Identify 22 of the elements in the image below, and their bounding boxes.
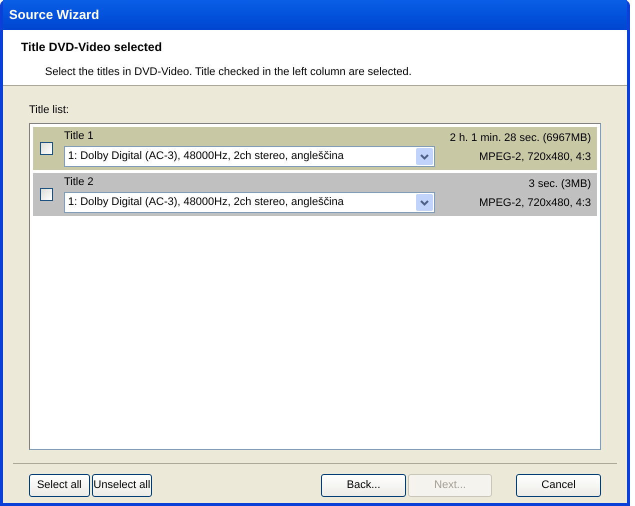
- window-title: Source Wizard: [9, 6, 100, 24]
- title-duration: 2 h. 1 min. 28 sec. (6967MB): [450, 131, 591, 146]
- title-format: MPEG-2, 720x480, 4:3: [479, 196, 591, 211]
- title-checkbox[interactable]: [40, 188, 53, 200]
- title-duration: 3 sec. (3MB): [528, 177, 591, 192]
- list-label: Title list:: [29, 103, 70, 118]
- unselect-button[interactable]: Unselect all: [92, 474, 152, 496]
- audio-dropdown[interactable]: 1: Dolby Digital (AC-3), 48000Hz, 2ch stereo, angleščina: [64, 146, 435, 167]
- back-button[interactable]: Back...: [321, 474, 406, 496]
- chevron-down-icon: [416, 194, 433, 211]
- title-checkbox[interactable]: [40, 142, 53, 154]
- header-title: Title DVD-Video selected: [21, 39, 163, 56]
- title-format: MPEG-2, 720x480, 4:3: [479, 150, 591, 165]
- title-row[interactable]: Title 1 1: Dolby Digital (AC-3), 48000Hz, 2ch stereo, angleščina 2 h. 1 min. 28 sec. (6967MB) MPEG-2, 720x480, 4:3: [33, 126, 597, 170]
- select-button[interactable]: Select all: [29, 474, 90, 496]
- title-name: Title 1: [64, 129, 95, 143]
- title-row[interactable]: Title 2 1: Dolby Digital (AC-3), 48000Hz, 2ch stereo, angleščina 3 sec. (3MB) MPEG-2, 720x480, 4:3: [33, 172, 597, 216]
- audio-dropdown[interactable]: 1: Dolby Digital (AC-3), 48000Hz, 2ch stereo, angleščina: [64, 192, 435, 213]
- header-description: Select the titles in DVD-Video. Title checked in the left column are selected.: [44, 65, 413, 80]
- chevron-down-icon: [416, 148, 433, 165]
- title-name: Title 2: [64, 175, 95, 189]
- cancel-button[interactable]: Cancel: [516, 474, 602, 496]
